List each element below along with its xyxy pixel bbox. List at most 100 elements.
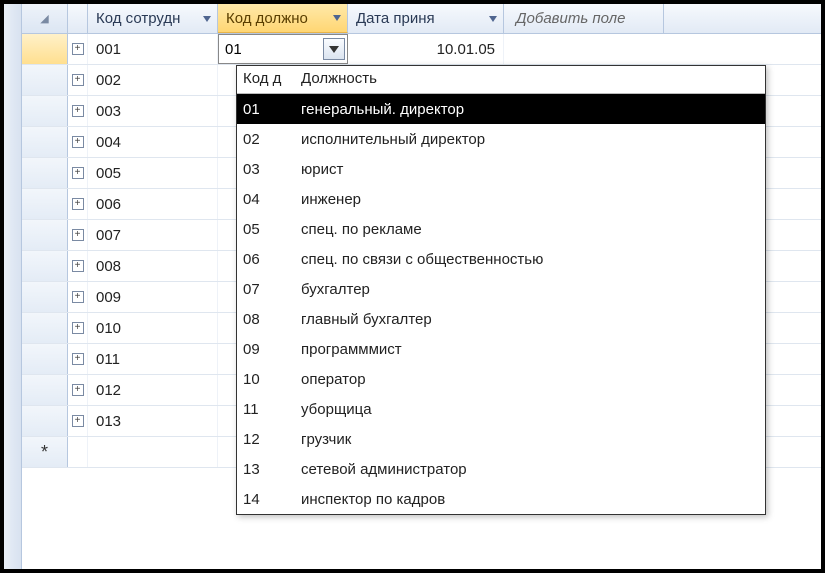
cell-value: 003 (96, 103, 121, 120)
expand-toggle[interactable]: + (68, 344, 88, 374)
dropdown-item-code: 07 (237, 277, 295, 302)
row-selector[interactable] (22, 406, 68, 436)
expand-toggle[interactable]: + (68, 375, 88, 405)
dropdown-item[interactable]: 04инженер (237, 184, 765, 214)
dropdown-item[interactable]: 14инспектор по кадров (237, 484, 765, 514)
row-selector[interactable] (22, 189, 68, 219)
cell-employee-code[interactable]: 013 (88, 406, 218, 436)
expand-toggle[interactable]: + (68, 34, 88, 64)
expand-toggle[interactable]: + (68, 251, 88, 281)
dropdown-item[interactable]: 01генеральный. директор (237, 94, 765, 124)
expand-toggle[interactable]: + (68, 65, 88, 95)
row-selector[interactable] (22, 251, 68, 281)
dropdown-item-label: грузчик (295, 427, 765, 452)
cell-employee-code[interactable]: 005 (88, 158, 218, 188)
dropdown-item[interactable]: 06спец. по связи с общественностью (237, 244, 765, 274)
row-selector[interactable] (22, 158, 68, 188)
dropdown-item[interactable]: 12грузчик (237, 424, 765, 454)
cell-position-code-combobox[interactable] (218, 34, 348, 64)
expand-toggle[interactable]: + (68, 313, 88, 343)
expand-toggle[interactable]: + (68, 406, 88, 436)
plus-icon: + (72, 136, 84, 148)
row-selector[interactable] (22, 375, 68, 405)
cell-employee-code[interactable]: 003 (88, 96, 218, 126)
column-header-hire-date[interactable]: Дата приня (348, 4, 504, 33)
expand-toggle[interactable]: + (68, 96, 88, 126)
plus-icon: + (72, 74, 84, 86)
dropdown-item-code: 08 (237, 307, 295, 332)
cell-employee-code[interactable] (88, 437, 218, 467)
position-code-input[interactable] (219, 41, 323, 58)
expand-toggle[interactable]: + (68, 220, 88, 250)
cell-value: 004 (96, 134, 121, 151)
dropdown-item-label: исполнительный директор (295, 127, 765, 152)
dropdown-item-label: оператор (295, 367, 765, 392)
expand-toggle[interactable]: + (68, 282, 88, 312)
dropdown-item[interactable]: 02исполнительный директор (237, 124, 765, 154)
expand-toggle[interactable]: + (68, 189, 88, 219)
position-lookup-dropdown[interactable]: Код д Должность 01генеральный. директор0… (236, 65, 766, 515)
new-record-indicator[interactable] (22, 437, 68, 467)
cell-value: 006 (96, 196, 121, 213)
cell-employee-code[interactable]: 004 (88, 127, 218, 157)
vertical-scrollbar-gutter[interactable] (4, 4, 22, 569)
cell-value: 010 (96, 320, 121, 337)
cell-hire-date[interactable]: 10.01.05 (348, 34, 504, 64)
dropdown-item-label: генеральный. директор (295, 97, 765, 122)
row-selector[interactable] (22, 96, 68, 126)
cell-employee-code[interactable]: 009 (88, 282, 218, 312)
column-header-employee-code[interactable]: Код сотрудн (88, 4, 218, 33)
dropdown-item[interactable]: 09программмист (237, 334, 765, 364)
dropdown-col-label: Должность (295, 66, 765, 93)
cell-value: 10.01.05 (437, 41, 495, 58)
plus-icon: + (72, 105, 84, 117)
cell-employee-code[interactable]: 002 (88, 65, 218, 95)
expand-toggle[interactable]: + (68, 127, 88, 157)
row-selector[interactable] (22, 34, 68, 64)
add-field-column[interactable]: Добавить поле (504, 4, 664, 33)
plus-icon: + (72, 415, 84, 427)
row-selector[interactable] (22, 313, 68, 343)
plus-icon: + (72, 322, 84, 334)
expand-toggle[interactable]: + (68, 158, 88, 188)
dropdown-item[interactable]: 07бухгалтер (237, 274, 765, 304)
chevron-down-icon (329, 46, 339, 53)
combobox-dropdown-button[interactable] (323, 38, 345, 60)
cell-employee-code[interactable]: 006 (88, 189, 218, 219)
cell-employee-code[interactable]: 011 (88, 344, 218, 374)
dropdown-item-code: 01 (237, 97, 295, 122)
dropdown-item[interactable]: 05спец. по рекламе (237, 214, 765, 244)
cell-value: 007 (96, 227, 121, 244)
cell-value: 011 (96, 351, 120, 368)
column-label: Код сотрудн (96, 10, 180, 27)
column-header-position-code[interactable]: Код должно (218, 4, 348, 33)
cell-employee-code[interactable]: 012 (88, 375, 218, 405)
dropdown-item[interactable]: 08главный бухгалтер (237, 304, 765, 334)
cell-employee-code[interactable]: 010 (88, 313, 218, 343)
row-selector[interactable] (22, 127, 68, 157)
dropdown-item-code: 06 (237, 247, 295, 272)
dropdown-item-label: бухгалтер (295, 277, 765, 302)
select-all-box[interactable]: ◢ (22, 4, 68, 33)
expand-column-header[interactable] (68, 4, 88, 33)
row-selector[interactable] (22, 220, 68, 250)
table-row[interactable]: + 001 10.01.05 (22, 34, 821, 65)
cell-value: 002 (96, 72, 121, 89)
dropdown-icon (489, 16, 497, 22)
dropdown-item-label: спец. по связи с общественностью (295, 247, 765, 272)
row-selector[interactable] (22, 65, 68, 95)
plus-icon: + (72, 229, 84, 241)
dropdown-item-label: программмист (295, 337, 765, 362)
plus-icon: + (72, 291, 84, 303)
cell-employee-code[interactable]: 007 (88, 220, 218, 250)
dropdown-item[interactable]: 11уборщица (237, 394, 765, 424)
dropdown-item[interactable]: 10оператор (237, 364, 765, 394)
dropdown-item[interactable]: 03юрист (237, 154, 765, 184)
plus-icon: + (72, 353, 84, 365)
row-selector[interactable] (22, 282, 68, 312)
cell-employee-code[interactable]: 008 (88, 251, 218, 281)
row-selector[interactable] (22, 344, 68, 374)
dropdown-item[interactable]: 13сетевой администратор (237, 454, 765, 484)
cell-employee-code[interactable]: 001 (88, 34, 218, 64)
dropdown-item-code: 02 (237, 127, 295, 152)
